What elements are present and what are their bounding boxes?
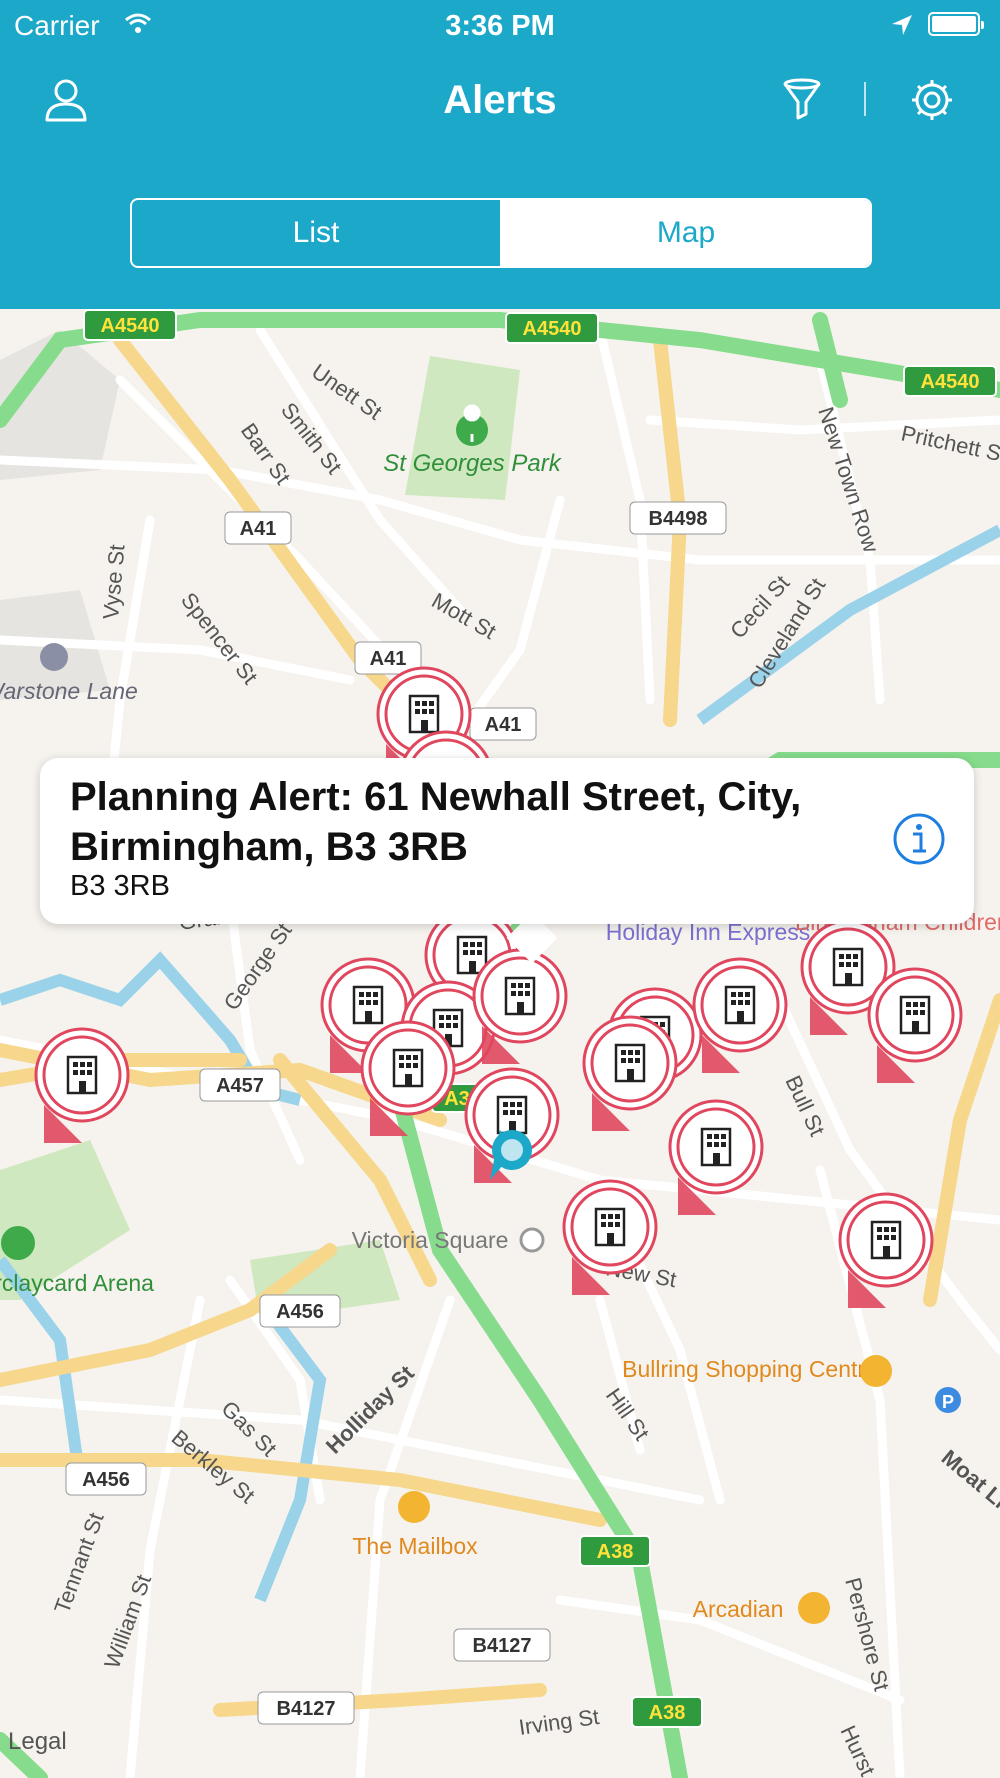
svg-text:A41: A41 [240, 518, 277, 540]
app-header: Carrier 3:36 PM Alerts List Map [0, 0, 1000, 309]
svg-text:A456: A456 [82, 1469, 130, 1491]
map-segment[interactable]: Map [502, 200, 870, 266]
status-time: 3:36 PM [445, 10, 555, 42]
svg-text:A38: A38 [649, 1702, 686, 1724]
svg-text:A457: A457 [216, 1075, 264, 1097]
status-bar: Carrier 3:36 PM [0, 0, 1000, 50]
filter-icon[interactable] [782, 78, 822, 122]
map-view[interactable]: A4540 A4540 A4540 A41 A41 A41 B4498 A457… [0, 309, 1000, 1778]
callout-subtitle: B3 3RB [70, 870, 170, 902]
svg-text:A38: A38 [597, 1541, 634, 1563]
map-legal-link[interactable]: Legal [8, 1728, 67, 1756]
svg-text:A41: A41 [485, 714, 522, 736]
header-divider [864, 82, 866, 116]
svg-text:A41: A41 [370, 648, 407, 670]
list-segment[interactable]: List [132, 200, 502, 266]
svg-text:Bullring Shopping Centre: Bullring Shopping Centre [622, 1356, 878, 1382]
svg-text:Warstone Lane: Warstone Lane [0, 678, 138, 704]
battery-icon [928, 12, 984, 36]
svg-text:Victoria Square: Victoria Square [352, 1227, 509, 1253]
svg-text:P: P [942, 1392, 954, 1412]
callout-title: Planning Alert: 61 Newhall Street, City,… [70, 775, 802, 869]
location-arrow-icon [892, 15, 912, 35]
svg-text:B4127: B4127 [277, 1698, 336, 1720]
svg-text:Arcadian: Arcadian [693, 1596, 784, 1622]
svg-text:A4540: A4540 [523, 318, 582, 340]
gear-icon[interactable] [910, 78, 954, 122]
page-title: Alerts [443, 78, 557, 122]
info-icon[interactable] [892, 812, 946, 866]
svg-text:A4540: A4540 [921, 371, 980, 393]
svg-text:A4540: A4540 [101, 315, 160, 337]
view-segmented-control: List Map [130, 198, 872, 268]
svg-text:St Georges Park: St Georges Park [383, 450, 562, 477]
svg-text:B4498: B4498 [649, 508, 708, 530]
svg-text:Barclaycard Arena: Barclaycard Arena [0, 1270, 154, 1296]
svg-text:B4127: B4127 [473, 1635, 532, 1657]
svg-text:A456: A456 [276, 1301, 324, 1323]
svg-text:The Mailbox: The Mailbox [352, 1533, 478, 1559]
planning-alert-callout[interactable]: Planning Alert: 61 Newhall Street, City,… [40, 758, 974, 924]
